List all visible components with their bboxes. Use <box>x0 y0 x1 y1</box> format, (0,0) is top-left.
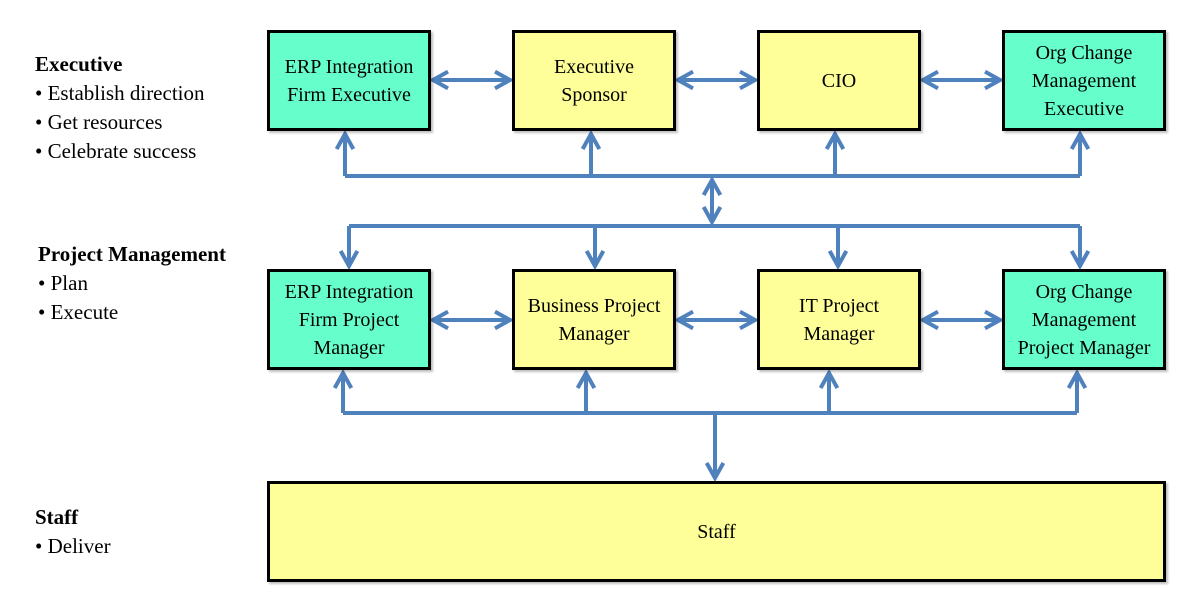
box-org-change-management-executive: Org Change Management Executive <box>1002 30 1166 131</box>
box-cio: CIO <box>757 30 921 131</box>
box-business-project-manager: Business Project Manager <box>512 269 676 370</box>
box-label: ERP Integration Firm Project Manager <box>284 280 414 359</box>
box-label: ERP Integration Firm Executive <box>284 55 414 106</box>
box-label: Executive Sponsor <box>554 55 634 106</box>
box-org-change-management-pm: Org Change Management Project Manager <box>1002 269 1166 370</box>
org-chart: Executive • Establish direction • Get re… <box>0 0 1200 601</box>
box-it-project-manager: IT Project Manager <box>757 269 921 370</box>
box-label: IT Project Manager <box>798 294 880 345</box>
box-label: Org Change Management Executive <box>1031 41 1137 120</box>
box-label: Business Project Manager <box>527 294 661 345</box>
box-staff: Staff <box>267 481 1166 582</box>
box-label: Org Change Management Project Manager <box>1017 280 1151 359</box>
box-label: Staff <box>697 520 736 543</box>
box-executive-sponsor: Executive Sponsor <box>512 30 676 131</box>
box-erp-integration-firm-executive: ERP Integration Firm Executive <box>267 30 431 131</box>
box-erp-integration-firm-pm: ERP Integration Firm Project Manager <box>267 269 431 370</box>
box-label: CIO <box>821 69 857 92</box>
